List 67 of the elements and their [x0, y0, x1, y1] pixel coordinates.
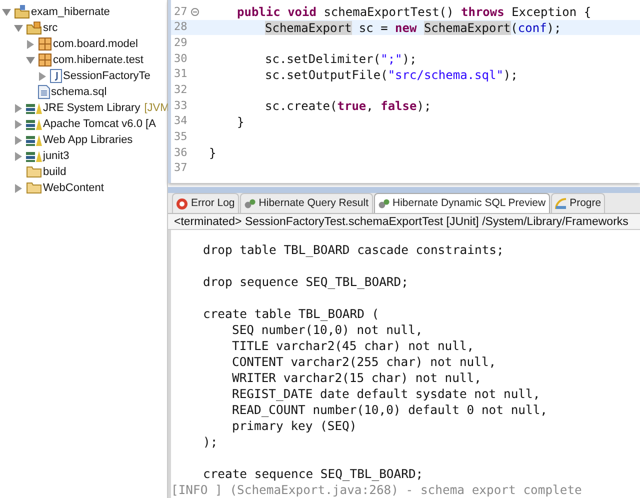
library-icon [26, 134, 42, 146]
tree-item[interactable]: schema.sql [51, 84, 107, 100]
tree-item[interactable]: build [43, 164, 66, 180]
line-number: 28 [173, 19, 188, 36]
library-icon [26, 118, 42, 130]
collapsed-arrow-icon[interactable] [38, 72, 47, 80]
file-icon [38, 85, 50, 99]
code-line: } [237, 114, 244, 131]
view-tab[interactable]: Error Log [172, 193, 239, 213]
folder-icon [26, 182, 42, 194]
view-tab[interactable]: Hibernate Query Result [240, 193, 372, 213]
console-line: READ_COUNT number(10,0) default 0 not null, [231, 402, 548, 418]
collapsed-arrow-icon[interactable] [26, 40, 35, 48]
library-icon [26, 102, 42, 114]
tree-item[interactable]: JRE System Library [43, 100, 140, 116]
console-status: <terminated> SessionFactoryTest.schemaExportTest [JUnit] /System/Library/Frameworks [168, 214, 640, 230]
console-line: create sequence SEQ_TBL_BOARD; [203, 466, 424, 482]
line-number: 30 [173, 50, 188, 67]
view-tab[interactable]: Progre [550, 193, 606, 213]
line-number: 36 [173, 144, 188, 161]
collapsed-arrow-icon[interactable] [14, 184, 23, 192]
tree-item[interactable]: junit3 [43, 148, 70, 164]
code-line: SchemaExport sc = new SchemaExport(conf); [265, 20, 562, 37]
line-number: 32 [173, 82, 188, 98]
progress-icon [554, 198, 567, 210]
java-file-icon [50, 69, 62, 83]
code-line: sc.setDelimiter(";"); [265, 50, 417, 68]
console-line: drop sequence SEQ_TBL_BOARD; [203, 274, 408, 290]
view-tab[interactable]: Hibernate Dynamic SQL Preview [374, 193, 550, 213]
line-number: 37 [173, 160, 188, 176]
expanded-arrow-icon[interactable] [26, 56, 35, 64]
tree-item[interactable]: com.board.model [53, 36, 138, 52]
code-line: public void schemaExportTest() throws Exception { [237, 4, 592, 21]
console-line: REGIST_DATE date default sysdate not null, [231, 386, 540, 402]
package-icon [38, 53, 52, 67]
console-line: CONTENT varchar2(255 char) not null, [231, 354, 496, 370]
project-folder-icon [14, 5, 30, 19]
console-line: WRITER varchar2(15 char) not null, [231, 370, 482, 386]
library-icon [26, 150, 42, 162]
line-number: 31 [173, 66, 188, 82]
console-line: TITLE varchar2(45 char) not null, [231, 338, 474, 354]
tree-item[interactable]: com.hibernate.test [53, 52, 144, 68]
fold-icon[interactable] [191, 8, 199, 16]
package-folder-icon [26, 21, 42, 35]
tree-item[interactable]: Apache Tomcat v6.0 [A [43, 116, 156, 132]
console-log-line: [INFO ] (SchemaExport.java:268) - schema export complete [171, 482, 582, 498]
console-line: primary key (SEQ) [231, 418, 357, 434]
line-number: 27 [173, 4, 188, 20]
tree-item[interactable]: exam_hibernate [31, 4, 110, 20]
tree-item[interactable]: src [43, 20, 58, 36]
tree-item[interactable]: SessionFactoryTe [63, 68, 150, 84]
code-line: } [209, 145, 216, 162]
code-line: sc.setOutputFile("src/schema.sql"); [265, 66, 518, 84]
console-line: ); [203, 434, 218, 450]
line-number: 35 [173, 129, 188, 146]
tree-item[interactable]: WebContent [43, 180, 104, 196]
error-icon [176, 198, 188, 210]
code-line: sc.create(true, false); [265, 98, 432, 115]
console-line: drop table TBL_BOARD cascade constraints; [203, 242, 504, 258]
line-number: 34 [173, 113, 188, 130]
line-number: 33 [173, 98, 188, 114]
package-icon [38, 37, 52, 51]
line-number: 29 [173, 34, 188, 51]
folder-icon [26, 166, 42, 178]
tree-item[interactable]: Web App Libraries [43, 132, 133, 148]
console-line: SEQ number(10,0) not null, [231, 322, 423, 338]
console-line: create table TBL_BOARD ( [203, 306, 380, 322]
